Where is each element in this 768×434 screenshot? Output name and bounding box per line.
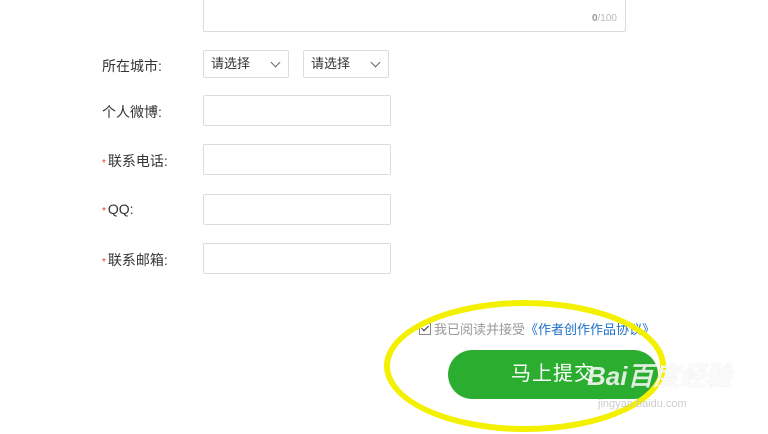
required-mark: *: [102, 158, 106, 169]
agreement-checkbox[interactable]: [419, 323, 431, 335]
qq-input[interactable]: [203, 194, 391, 225]
description-textarea[interactable]: 0/100: [203, 0, 626, 32]
phone-input[interactable]: [203, 144, 391, 175]
weibo-label: 个人微博:: [102, 104, 162, 120]
agreement-row: 我已阅读并接受《作者创作作品协议》: [419, 319, 655, 338]
city-label: 所在城市:: [102, 58, 162, 74]
qq-label: * QQ:: [102, 201, 134, 217]
province-select-value: 请选择: [211, 56, 251, 71]
weibo-input[interactable]: [203, 95, 391, 126]
email-input[interactable]: [203, 243, 391, 274]
phone-label: * 联系电话:: [102, 153, 168, 169]
city-select-value: 请选择: [311, 56, 351, 71]
baidu-watermark-logo: Bai百度经验: [587, 361, 732, 391]
chevron-down-icon: [370, 57, 381, 68]
required-mark: *: [102, 257, 106, 268]
chevron-down-icon: [270, 57, 281, 68]
agreement-text: 我已阅读并接受: [434, 322, 526, 337]
province-select[interactable]: 请选择: [203, 50, 289, 78]
email-label: * 联系邮箱:: [102, 252, 168, 268]
baidu-watermark-url: jingyan.baidu.com: [598, 398, 687, 410]
agreement-link[interactable]: 《作者创作作品协议》: [525, 322, 655, 337]
char-counter: 0/100: [591, 13, 617, 24]
required-mark: *: [102, 206, 106, 217]
city-select[interactable]: 请选择: [303, 50, 389, 78]
